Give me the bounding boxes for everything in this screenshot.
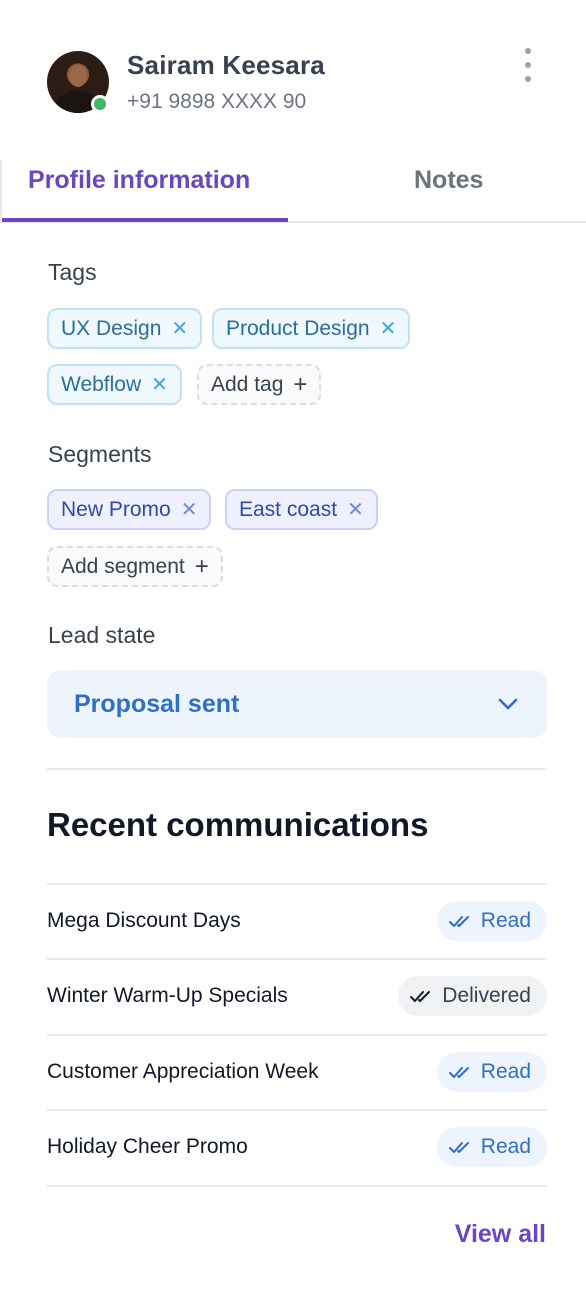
add-segment-label: Add segment (61, 554, 185, 578)
communication-name: Holiday Cheer Promo (47, 1135, 248, 1158)
segment-label: New Promo (61, 497, 171, 521)
lead-state-value: Proposal sent (74, 689, 240, 718)
view-all-link[interactable]: View all (455, 1220, 546, 1249)
close-icon[interactable]: ✕ (151, 372, 168, 397)
communication-row[interactable]: Mega Discount Days Read (47, 883, 547, 957)
segment-chip[interactable]: East coast ✕ (225, 489, 378, 530)
kebab-dot (525, 48, 531, 54)
status-badge: Delivered (398, 976, 547, 1016)
lead-state-label: Lead state (48, 622, 156, 648)
tab-bar: Profile information Notes (0, 160, 586, 223)
close-icon[interactable]: ✕ (347, 497, 364, 522)
add-tag-label: Add tag (211, 372, 284, 396)
list-bottom-divider (47, 1185, 547, 1187)
more-vertical-icon[interactable] (518, 48, 538, 82)
add-segment-button[interactable]: Add segment + (47, 546, 223, 587)
status-label: Read (480, 909, 531, 932)
avatar-face (69, 65, 87, 87)
plus-icon: + (194, 552, 209, 580)
close-icon[interactable]: ✕ (171, 316, 188, 341)
double-check-icon (448, 916, 469, 927)
communication-row[interactable]: Holiday Cheer Promo Read (47, 1109, 547, 1183)
status-label: Delivered (442, 984, 531, 1007)
recent-communications-title: Recent communications (47, 806, 429, 843)
status-label: Read (480, 1060, 531, 1083)
kebab-dot (525, 62, 531, 68)
double-check-icon (448, 1142, 469, 1153)
status-badge: Read (436, 1052, 547, 1092)
online-status-indicator (91, 95, 109, 113)
close-icon[interactable]: ✕ (380, 316, 397, 341)
communication-row[interactable]: Winter Warm-Up Specials Delivered (47, 958, 547, 1032)
kebab-dot (525, 76, 531, 82)
communication-row[interactable]: Customer Appreciation Week Read (47, 1034, 547, 1108)
contact-phone: +91 9898 XXXX 90 (127, 90, 307, 113)
section-divider (47, 768, 547, 770)
tag-label: Product Design (226, 316, 370, 340)
tag-chip[interactable]: Product Design ✕ (212, 308, 411, 349)
lead-state-select[interactable]: Proposal sent (47, 670, 547, 738)
contact-name: Sairam Keesara (127, 50, 325, 80)
communication-name: Winter Warm-Up Specials (47, 984, 288, 1007)
tag-chip[interactable]: Webflow ✕ (47, 364, 182, 405)
status-label: Read (480, 1135, 531, 1158)
segment-chip[interactable]: New Promo ✕ (47, 489, 212, 530)
segment-label: East coast (239, 497, 338, 521)
double-check-icon (448, 1067, 469, 1078)
status-badge: Read (436, 901, 547, 941)
tag-label: Webflow (61, 372, 142, 396)
tab-profile-information[interactable]: Profile information (28, 166, 250, 195)
plus-icon: + (293, 370, 308, 398)
communication-name: Mega Discount Days (47, 909, 241, 932)
communication-name: Customer Appreciation Week (47, 1060, 319, 1083)
tags-label: Tags (48, 259, 97, 285)
tag-label: UX Design (61, 316, 162, 340)
contact-header: Sairam Keesara +91 9898 XXXX 90 (0, 0, 586, 160)
chevron-down-icon (498, 698, 518, 710)
tag-chip[interactable]: UX Design ✕ (47, 308, 203, 349)
segments-label: Segments (48, 441, 152, 467)
active-tab-indicator (2, 218, 288, 222)
tab-notes[interactable]: Notes (414, 166, 483, 195)
double-check-icon (410, 991, 431, 1002)
add-tag-button[interactable]: Add tag + (197, 364, 322, 405)
status-badge: Read (436, 1127, 547, 1167)
close-icon[interactable]: ✕ (181, 497, 198, 522)
